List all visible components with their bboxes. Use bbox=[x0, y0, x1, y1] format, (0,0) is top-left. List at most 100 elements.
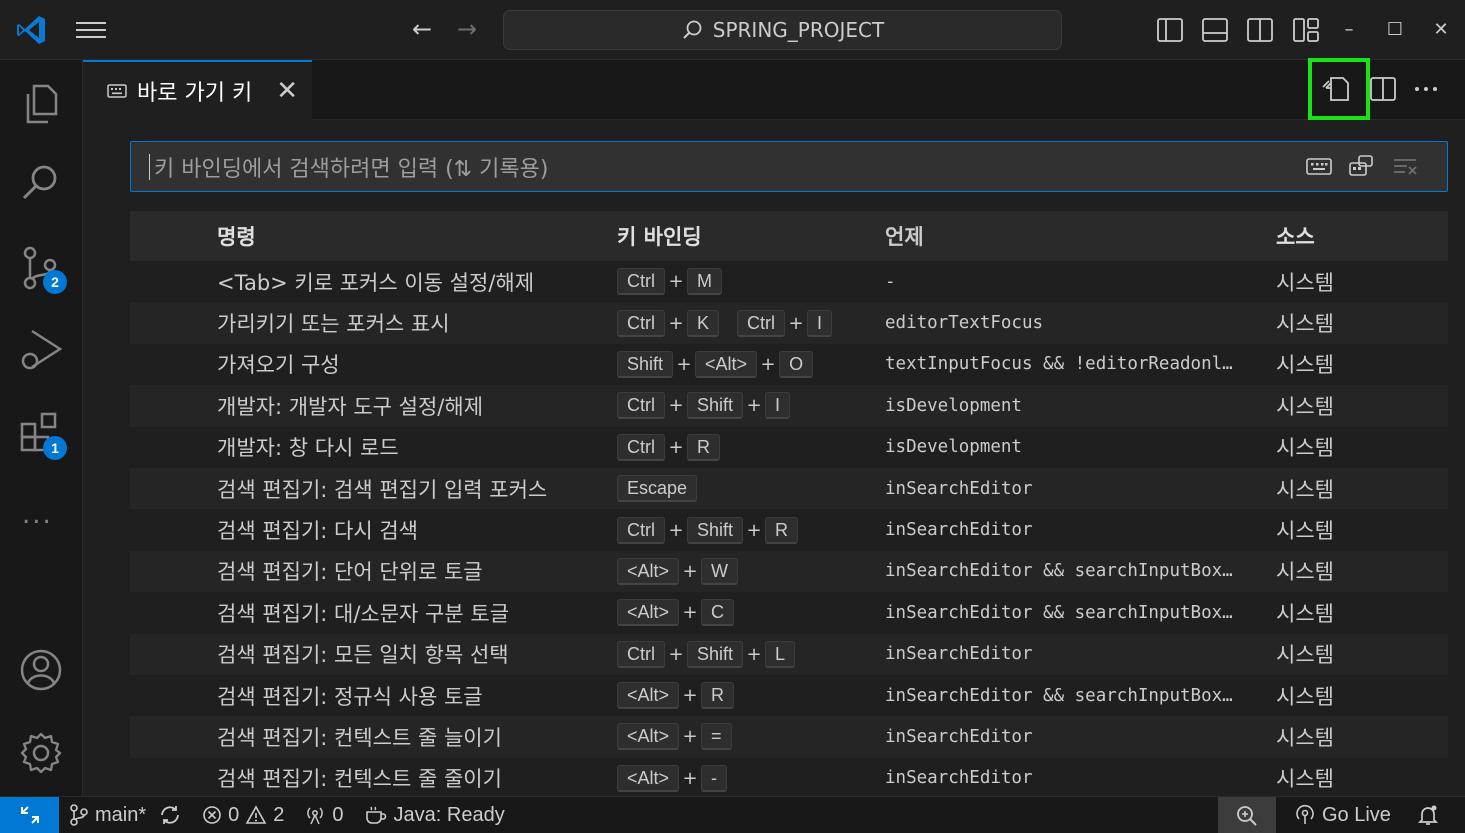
table-row[interactable]: 검색 편집기: 컨텍스트 줄 줄이기 <Alt> + - inSearchEditor 시… bbox=[130, 758, 1448, 796]
command-center-search[interactable]: SPRING_PROJECT bbox=[503, 10, 1062, 50]
keybindings-editor: 키 바인딩에서 검색하려면 입력 (⇅ 기록용) 명령 키 바인딩 언제 소스 … bbox=[83, 121, 1465, 796]
key-plus: + bbox=[682, 767, 698, 789]
source-cell: 시스템 bbox=[1276, 601, 1334, 626]
go-live-broadcast-icon bbox=[1296, 804, 1314, 824]
source-cell: 시스템 bbox=[1276, 519, 1334, 544]
sort-by-precedence-icon[interactable] bbox=[1347, 153, 1375, 179]
keybindings-search-input[interactable]: 키 바인딩에서 검색하려면 입력 (⇅ 기록용) bbox=[130, 141, 1448, 192]
scm-badge: 2 bbox=[43, 270, 67, 294]
command-cell: 검색 편집기: 단어 단위로 토글 bbox=[217, 560, 483, 585]
forward-arrow-icon[interactable]: → bbox=[452, 14, 482, 44]
header-when[interactable]: 언제 bbox=[885, 221, 1276, 251]
search-icon bbox=[683, 20, 702, 39]
clear-search-icon[interactable] bbox=[1391, 153, 1419, 179]
table-row[interactable]: 개발자: 개발자 도구 설정/해제 Ctrl + Shift + IisDevelopme… bbox=[130, 385, 1448, 427]
header-source[interactable]: 소스 bbox=[1276, 221, 1448, 251]
table-row[interactable]: 검색 편집기: 대/소문자 구분 토글 <Alt> + CinSearchEditor… bbox=[130, 592, 1448, 633]
source-cell: 시스템 bbox=[1276, 725, 1334, 750]
toggle-primary-sidebar-icon[interactable] bbox=[1156, 16, 1184, 44]
close-window-icon[interactable]: ✕ bbox=[1429, 18, 1453, 42]
keybinding-cell: <Alt> + C bbox=[617, 599, 885, 627]
ports-indicator[interactable]: 0 bbox=[294, 797, 353, 833]
header-keybinding[interactable]: 키 바인딩 bbox=[617, 221, 885, 251]
key-plus: + bbox=[682, 602, 698, 624]
source-cell: 시스템 bbox=[1276, 436, 1334, 461]
problems-indicator[interactable]: 0 2 bbox=[192, 797, 294, 833]
key-plus: + bbox=[668, 436, 684, 458]
table-row[interactable]: 가리키기 또는 포커스 표시 Ctrl + K Ctrl + IeditorTextFocu… bbox=[130, 302, 1448, 344]
keybinding-cell: <Alt> + W bbox=[617, 557, 885, 585]
go-live-button[interactable]: Go Live bbox=[1284, 797, 1401, 833]
java-status[interactable]: Java: Ready bbox=[354, 797, 515, 833]
sync-icon[interactable] bbox=[158, 804, 182, 826]
status-bar: main* 0 2 0 Java: Ready Go Live bbox=[0, 796, 1465, 833]
explorer-icon[interactable] bbox=[16, 78, 66, 128]
source-cell: 시스템 bbox=[1276, 767, 1334, 792]
notifications-bell-icon[interactable] bbox=[1416, 803, 1440, 827]
table-row[interactable]: <Tab> 키로 포커스 이동 설정/해제 Ctrl + M - 시스템 bbox=[130, 261, 1448, 302]
keybinding-cell: Ctrl + M bbox=[617, 268, 885, 296]
maximize-window-icon[interactable]: ☐ bbox=[1383, 18, 1407, 42]
tab-label: 바로 가기 키 bbox=[137, 81, 253, 106]
command-cell: 검색 편집기: 모든 일치 항목 선택 bbox=[217, 643, 509, 668]
source-cell: 시스템 bbox=[1276, 560, 1334, 585]
key-cap: = bbox=[701, 723, 732, 751]
zoom-indicator[interactable] bbox=[1218, 797, 1276, 833]
key-plus: + bbox=[676, 353, 692, 375]
split-editor-icon[interactable] bbox=[1365, 71, 1401, 107]
table-row[interactable]: 검색 편집기: 검색 편집기 입력 포커스 Escape inSearchEdito… bbox=[130, 467, 1448, 510]
manage-gear-icon[interactable] bbox=[16, 728, 66, 778]
key-plus: + bbox=[668, 395, 684, 417]
table-row[interactable]: 개발자: 창 다시 로드 Ctrl + RisDevelopment 시스템 bbox=[130, 427, 1448, 468]
accounts-icon[interactable] bbox=[16, 645, 66, 695]
when-cell: inSearchEditor bbox=[885, 478, 1033, 499]
ports-count: 0 bbox=[332, 803, 344, 826]
minimize-window-icon[interactable]: – bbox=[1337, 18, 1361, 42]
editor-tab-bar: 바로 가기 키 ✕ bbox=[83, 60, 1465, 120]
keybindings-table: 명령 키 바인딩 언제 소스 <Tab> 키로 포커스 이동 설정/해제 Ctrl… bbox=[130, 211, 1448, 796]
table-header: 명령 키 바인딩 언제 소스 bbox=[130, 211, 1448, 261]
key-cap: <Alt> bbox=[617, 682, 680, 710]
git-branch[interactable]: main* bbox=[59, 797, 192, 833]
header-command[interactable]: 명령 bbox=[130, 221, 617, 251]
table-body: <Tab> 키로 포커스 이동 설정/해제 Ctrl + M - 시스템가리키기 또는 포… bbox=[130, 261, 1448, 796]
command-cell: 가리키기 또는 포커스 표시 bbox=[217, 312, 450, 337]
command-cell: 개발자: 개발자 도구 설정/해제 bbox=[217, 394, 484, 419]
table-row[interactable]: 검색 편집기: 다시 검색 Ctrl + Shift + RinSearchEditor 시… bbox=[130, 509, 1448, 550]
warning-count: 2 bbox=[273, 803, 285, 826]
command-cell: 검색 편집기: 정규식 사용 토글 bbox=[217, 684, 483, 709]
table-row[interactable]: 검색 편집기: 모든 일치 항목 선택 Ctrl + Shift + LinSearchE… bbox=[130, 633, 1448, 675]
when-cell: inSearchEditor bbox=[885, 726, 1033, 747]
more-views-icon[interactable]: ... bbox=[22, 500, 53, 530]
remote-indicator[interactable] bbox=[0, 796, 59, 833]
toggle-panel-icon[interactable] bbox=[1201, 16, 1229, 44]
more-actions-icon[interactable] bbox=[1408, 71, 1444, 107]
key-cap: <Alt> bbox=[695, 350, 758, 378]
table-row[interactable]: 검색 편집기: 단어 단위로 토글 <Alt> + WinSearchEditor &… bbox=[130, 550, 1448, 593]
key-cap: I bbox=[807, 309, 833, 337]
record-keys-icon[interactable] bbox=[1305, 153, 1333, 179]
table-row[interactable]: 가져오기 구성 Shift + <Alt> + OtextInputFocus && !e… bbox=[130, 344, 1448, 385]
command-cell: 검색 편집기: 다시 검색 bbox=[217, 519, 418, 544]
error-icon bbox=[203, 806, 221, 824]
table-row[interactable]: 검색 편집기: 정규식 사용 토글 <Alt> + RinSearchEditor &… bbox=[130, 675, 1448, 716]
key-cap: Ctrl bbox=[617, 268, 665, 296]
toggle-secondary-sidebar-icon[interactable] bbox=[1246, 16, 1274, 44]
search-icon[interactable] bbox=[16, 158, 66, 208]
command-cell: 검색 편집기: 컨텍스트 줄 늘이기 bbox=[217, 725, 502, 750]
run-debug-icon[interactable] bbox=[16, 325, 66, 375]
key-cap: Ctrl bbox=[737, 309, 786, 337]
back-arrow-icon[interactable]: ← bbox=[407, 14, 437, 44]
table-row[interactable]: 검색 편집기: 컨텍스트 줄 늘이기 <Alt> + = inSearchEditor 시… bbox=[130, 716, 1448, 758]
customize-layout-icon[interactable] bbox=[1292, 16, 1320, 44]
source-cell: 시스템 bbox=[1276, 394, 1334, 419]
key-cap: Ctrl bbox=[617, 392, 665, 420]
source-cell: 시스템 bbox=[1276, 270, 1334, 295]
key-plus: + bbox=[668, 312, 684, 334]
key-cap: R bbox=[687, 433, 720, 461]
menu-hamburger-icon[interactable] bbox=[76, 16, 112, 44]
tab-keyboard-shortcuts[interactable]: 바로 가기 키 ✕ bbox=[83, 60, 312, 120]
keybinding-cell: <Alt> + R bbox=[617, 682, 885, 710]
close-tab-icon[interactable]: ✕ bbox=[276, 76, 298, 106]
key-cap: R bbox=[701, 682, 735, 710]
